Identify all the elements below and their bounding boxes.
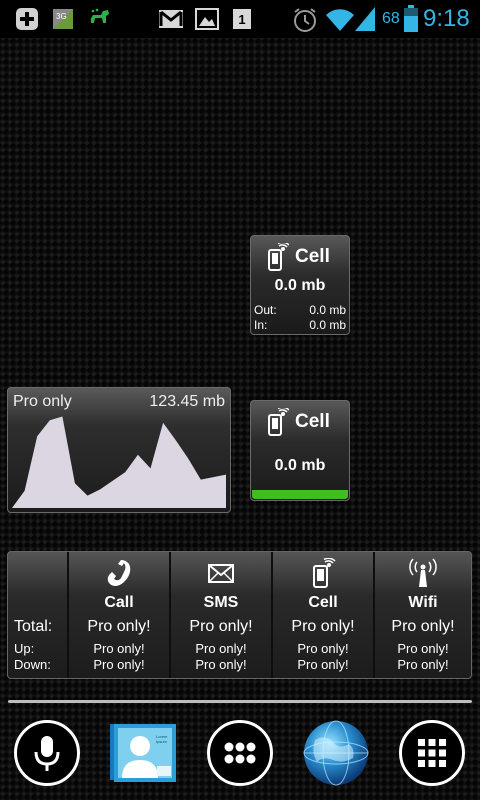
cell-usage-widget-compact[interactable]: Cell 0.0 mb <box>250 400 350 501</box>
stat-down-value: Pro only! <box>195 657 247 672</box>
usage-area <box>12 416 226 508</box>
phone-icon <box>107 560 131 586</box>
stat-column-label: Cell <box>308 594 338 611</box>
cell-usage-widget[interactable]: Cell 0.0 mb Out: 0.0 mb In: 0.0 mb <box>250 235 350 335</box>
in-value: 0.0 mb <box>309 318 346 332</box>
cell-widget-title: Cell <box>295 411 330 432</box>
stats-table[interactable]: Total: Up: Down: Call Pro only! Pro only… <box>7 551 472 679</box>
stat-total-value: Pro only! <box>87 618 151 635</box>
down-row-label: Down: <box>14 657 51 672</box>
status-bar: 3G 1 68 9:18 <box>0 0 480 38</box>
envelope-icon <box>208 564 234 583</box>
clock: 9:18 <box>423 5 470 32</box>
cell-phone-icon <box>268 243 289 271</box>
stat-up-value: Pro only! <box>297 641 349 656</box>
browser-button[interactable] <box>303 720 369 786</box>
globe-icon <box>303 720 369 786</box>
battery-level-text: 68 <box>382 10 400 27</box>
gallery-icon <box>195 8 219 30</box>
stat-up-value: Pro only! <box>93 641 145 656</box>
add-notification-icon <box>16 8 38 30</box>
contacts-button[interactable]: Lorem Ipsum <box>110 722 178 784</box>
stat-down-value: Pro only! <box>297 657 349 672</box>
grid-icon <box>224 742 256 764</box>
usage-level-bar <box>252 490 348 499</box>
cell-total-value: 0.0 mb <box>274 277 326 294</box>
stat-up-value: Pro only! <box>195 641 247 656</box>
out-row: Out: 0.0 mb <box>254 303 346 317</box>
stat-down-value: Pro only! <box>397 657 449 672</box>
app-drawer-button[interactable] <box>207 720 273 786</box>
usage-graph <box>12 416 226 508</box>
stat-column-call[interactable]: Call Pro only! Pro only! Pro only! <box>67 552 169 678</box>
gmail-icon <box>159 10 183 28</box>
in-row: In: 0.0 mb <box>254 318 346 332</box>
contacts-card-text: Lorem Ipsum <box>156 734 168 744</box>
stat-up-value: Pro only! <box>397 641 449 656</box>
stat-total-value: Pro only! <box>291 618 355 635</box>
cell-widget-header: Cell <box>267 242 330 272</box>
apps-grid-icon <box>418 739 446 767</box>
stat-total-value: Pro only! <box>189 618 253 635</box>
android-app-icon <box>89 8 109 23</box>
svg-text:3G: 3G <box>56 12 67 21</box>
stat-column-label: Wifi <box>408 594 438 611</box>
usage-graph-widget[interactable]: Pro only 123.45 mb <box>7 387 231 513</box>
alarm-icon <box>294 8 316 32</box>
battery-icon <box>404 5 418 32</box>
up-row-label: Up: <box>14 641 35 656</box>
cell-phone-icon <box>313 558 336 588</box>
antenna-icon <box>409 558 437 587</box>
cell-widget-header: Cell <box>267 407 330 437</box>
graph-label: Pro only <box>13 393 72 410</box>
stat-column-sms[interactable]: SMS Pro only! Pro only! Pro only! <box>169 552 271 678</box>
stat-total-value: Pro only! <box>391 618 455 635</box>
cell-phone-icon <box>268 408 289 436</box>
stat-column-wifi[interactable]: Wifi Pro only! Pro only! Pro only! <box>373 552 471 678</box>
graph-value: 123.45 mb <box>149 393 225 410</box>
calendar-icon: 1 <box>233 9 251 29</box>
cell-total-value: 0.0 mb <box>274 457 326 474</box>
apps-button[interactable] <box>399 720 465 786</box>
out-value: 0.0 mb <box>309 303 346 317</box>
dock-divider <box>8 700 472 703</box>
voice-search-button[interactable] <box>14 720 80 786</box>
microphone-icon <box>34 736 60 771</box>
stat-down-value: Pro only! <box>93 657 145 672</box>
signal-icon <box>355 7 375 31</box>
wifi-icon <box>326 9 354 32</box>
data-3g-icon: 3G <box>53 9 73 29</box>
stat-column-label: Call <box>104 594 134 611</box>
cell-widget-title: Cell <box>295 246 330 267</box>
in-label: In: <box>254 318 268 332</box>
out-label: Out: <box>254 303 277 317</box>
contacts-icon <box>110 724 176 782</box>
stat-column-cell[interactable]: Cell Pro only! Pro only! Pro only! <box>271 552 373 678</box>
total-row-label: Total: <box>14 618 53 635</box>
stat-column-label: SMS <box>203 594 239 611</box>
